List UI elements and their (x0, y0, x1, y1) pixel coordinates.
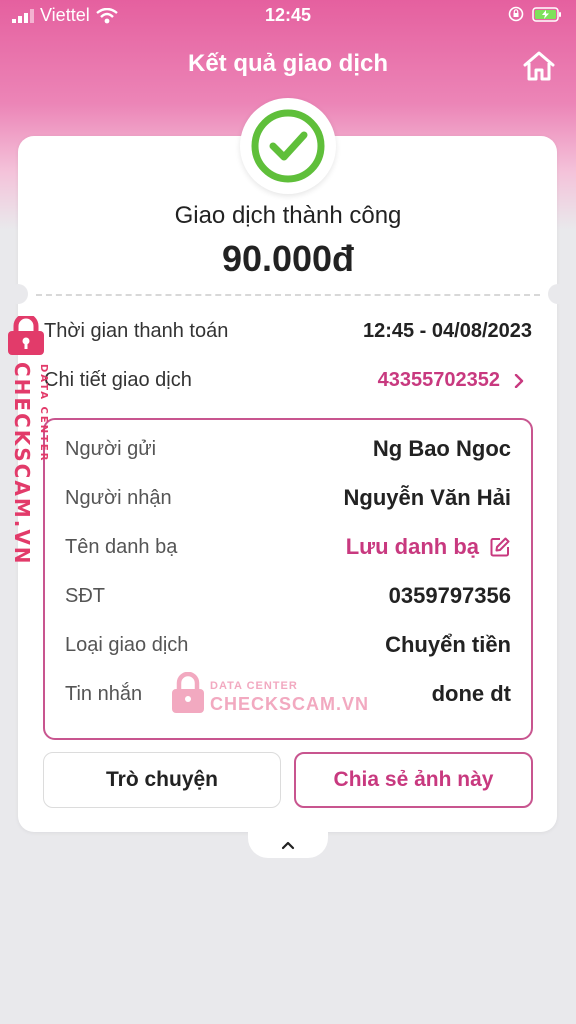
status-time: 12:45 (264, 5, 312, 25)
recipient-value: Nguyễn Văn Hải (343, 485, 511, 510)
expand-handle[interactable] (248, 824, 328, 858)
transaction-id-link[interactable]: 43355702352 (378, 369, 524, 392)
sender-label: Người gửi (65, 438, 157, 460)
save-contact-button[interactable]: Lưu danh bạ (346, 534, 511, 560)
card-notch-left (8, 284, 28, 304)
status-bar: Viettel 12:45 (0, 0, 576, 32)
battery-icon (532, 6, 561, 22)
message-value: done dt (431, 681, 511, 706)
transaction-type-value: Chuyển tiền (385, 632, 511, 657)
share-image-button[interactable]: Chia sẻ ảnh này (294, 752, 533, 808)
lock-icon (172, 672, 204, 713)
watermark-center-subtitle: DATA CENTER (210, 680, 298, 692)
transaction-detail-label: Chi tiết giao dịch (44, 369, 192, 391)
watermark-subtitle: DATA CENTER (38, 364, 49, 463)
save-contact-label: Lưu danh bạ (345, 534, 479, 559)
transaction-amount: 90.000đ (221, 238, 355, 279)
chevron-right-icon (514, 373, 524, 388)
edit-icon (490, 537, 510, 557)
chat-button[interactable]: Trò chuyện (43, 752, 281, 808)
watermark-center-brand: CHECKSCAM.VN (210, 694, 370, 714)
payment-time-value: 12:45 - 04/08/2023 (362, 320, 532, 342)
orientation-lock-icon (508, 6, 524, 22)
chevron-up-icon (281, 841, 295, 850)
transaction-type-label: Loại giao dịch (65, 634, 189, 656)
check-circle-icon (251, 109, 325, 183)
transaction-id-value: 43355702352 (377, 369, 500, 391)
success-title: Giao dịch thành công (174, 202, 402, 229)
watermark-vertical: CHECKSCAM.VN DATA CENTER (4, 316, 56, 566)
recipient-label: Người nhận (65, 487, 172, 509)
card-notch-right (548, 284, 568, 304)
message-label: Tin nhắn (65, 683, 143, 705)
phone-value: 0359797356 (388, 583, 511, 608)
payment-time-label: Thời gian thanh toán (44, 320, 229, 342)
contact-name-label: Tên danh bạ (65, 536, 178, 558)
phone-label: SĐT (65, 585, 105, 607)
success-badge (240, 98, 336, 194)
watermark-brand: CHECKSCAM.VN (10, 362, 34, 566)
dashed-divider (36, 294, 540, 296)
page-title: Kết quả giao dịch (187, 50, 388, 77)
lock-icon (8, 316, 44, 355)
watermark-center: DATA CENTER CHECKSCAM.VN (170, 672, 370, 718)
sender-value: Ng Bao Ngoc (372, 436, 511, 461)
home-icon[interactable] (522, 50, 556, 82)
